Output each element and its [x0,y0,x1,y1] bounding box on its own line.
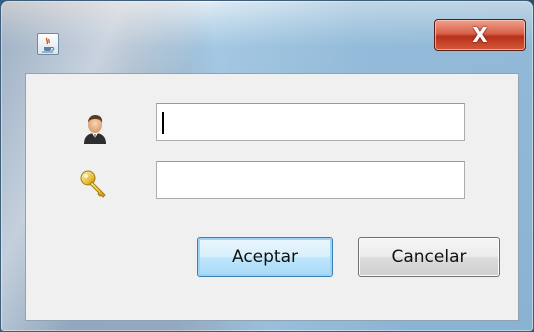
user-icon [78,112,112,146]
close-icon: X [472,23,488,47]
cancel-button[interactable]: Cancelar [358,237,500,277]
key-icon [78,168,112,202]
text-cursor [162,112,164,134]
java-cup-icon[interactable] [37,33,59,55]
close-button[interactable]: X [434,19,526,51]
accept-button[interactable]: Aceptar [197,237,333,277]
login-dialog-window: X Aceptar Cancelar [0,0,534,332]
username-input[interactable] [156,103,465,141]
dialog-content-panel: Aceptar Cancelar [25,73,519,321]
password-input[interactable] [156,161,465,199]
